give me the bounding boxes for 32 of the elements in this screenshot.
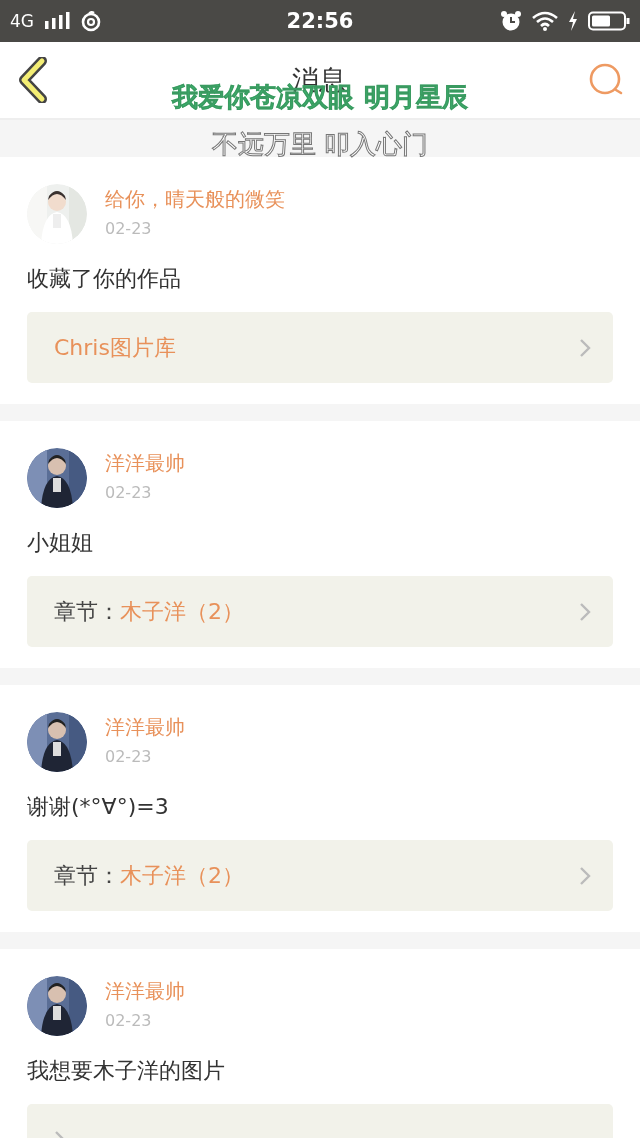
signal-icon bbox=[44, 12, 70, 30]
linked-item[interactable]: 章节：木子洋（2） bbox=[27, 576, 613, 647]
network-type: 4G bbox=[10, 11, 34, 31]
linked-item-title: Chris图片库 bbox=[54, 333, 176, 362]
message-text: 收藏了你的作品 bbox=[27, 265, 182, 293]
chevron-right-icon bbox=[579, 601, 591, 622]
user-name[interactable]: 洋洋最帅 bbox=[105, 978, 185, 1005]
wifi-icon bbox=[532, 11, 558, 31]
message-date: 02-23 bbox=[105, 219, 153, 238]
message-date: 02-23 bbox=[105, 747, 153, 766]
charging-icon bbox=[568, 11, 578, 31]
linked-item[interactable]: 章节：木子洋（2） bbox=[27, 840, 613, 911]
user-name[interactable]: 洋洋最帅 bbox=[105, 450, 185, 477]
battery-icon bbox=[588, 11, 630, 31]
lyric-line: 不远万里 叩入心门 bbox=[211, 128, 429, 161]
alarm-icon bbox=[500, 10, 522, 32]
clock-time: 22:56 bbox=[286, 9, 354, 33]
message-text: 小姐姐 bbox=[27, 529, 94, 557]
message-text: 我想要木子洋的图片 bbox=[27, 1057, 226, 1085]
message-date: 02-23 bbox=[105, 1011, 153, 1030]
message-date: 02-23 bbox=[105, 483, 153, 502]
linked-item-title: 章节：木子洋（2） bbox=[54, 597, 244, 626]
linked-item-title: 章节：木子洋（2） bbox=[54, 861, 244, 890]
chevron-right-icon bbox=[579, 865, 591, 886]
message-text: 谢谢(*°∀°)=3 bbox=[27, 793, 170, 821]
music-app-icon bbox=[80, 10, 102, 32]
back-icon bbox=[16, 57, 50, 103]
back-button[interactable] bbox=[16, 57, 50, 103]
chevron-right-icon bbox=[579, 337, 591, 358]
linked-item[interactable]: Chris图片库 bbox=[27, 312, 613, 383]
user-name[interactable]: 给你，晴天般的微笑 bbox=[105, 186, 285, 213]
user-name[interactable]: 洋洋最帅 bbox=[105, 714, 185, 741]
